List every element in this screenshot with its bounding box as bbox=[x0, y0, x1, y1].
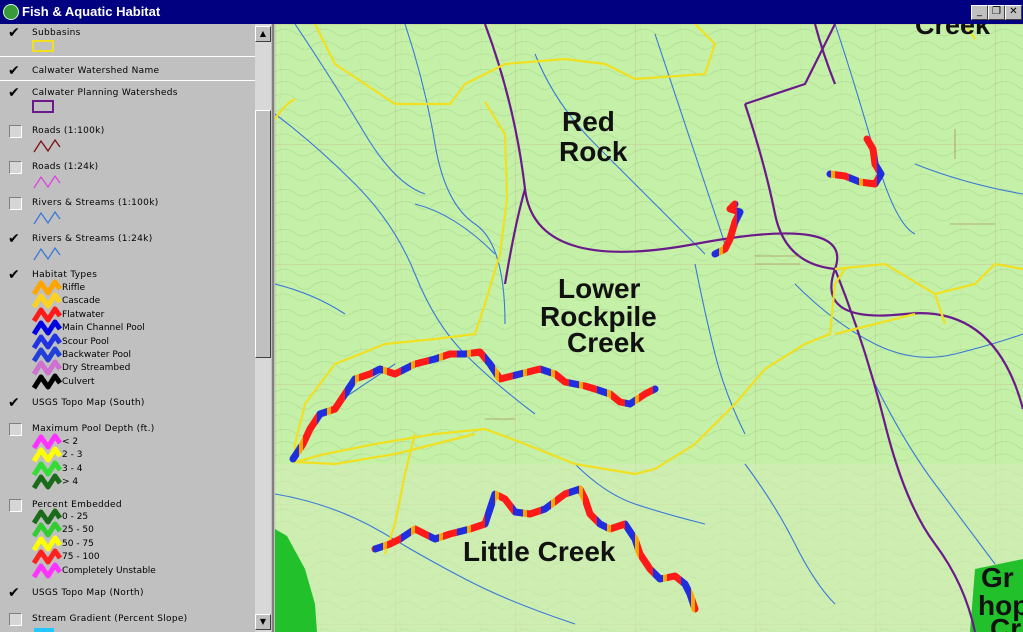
class-label: Culvert bbox=[62, 376, 95, 387]
layer-label: Calwater Planning Watersheds bbox=[32, 88, 178, 98]
check-icon[interactable]: ✔ bbox=[8, 268, 20, 282]
legend-panel: ✔ Subbasins ✔ Calwater Watershed Name ✔ … bbox=[0, 24, 274, 632]
class-swatch-icon bbox=[32, 473, 62, 490]
unchecked-box-icon[interactable] bbox=[9, 499, 22, 512]
gradient-swatch-icon bbox=[34, 628, 54, 632]
class-label: 2 - 3 bbox=[62, 450, 83, 461]
label-red-rock-1: Red bbox=[562, 106, 615, 137]
class-label: Scour Pool bbox=[62, 336, 110, 347]
yellow-polygon-icon bbox=[32, 40, 54, 52]
divider bbox=[0, 80, 255, 81]
layer-label: USGS Topo Map (North) bbox=[32, 588, 144, 598]
class-label: 50 - 75 bbox=[62, 538, 94, 549]
layer-label: USGS Topo Map (South) bbox=[32, 398, 145, 408]
label-creek-top: Creek bbox=[915, 24, 991, 40]
map-view[interactable]: Creek Red Rock Lower Rockpile Creek Litt… bbox=[275, 24, 1023, 632]
minimize-button[interactable]: _ bbox=[971, 5, 988, 20]
unchecked-box-icon[interactable] bbox=[9, 125, 22, 138]
layer-label: Rivers & Streams (1:24k) bbox=[32, 234, 153, 244]
class-label: < 2 bbox=[62, 437, 79, 447]
title-bar: Fish & Aquatic Habitat _ ❐ ✕ bbox=[0, 0, 1023, 24]
class-label: Dry Streambed bbox=[62, 363, 131, 374]
purple-polygon-icon bbox=[32, 100, 54, 113]
class-label: > 4 bbox=[62, 477, 79, 488]
class-label: 75 - 100 bbox=[62, 552, 100, 563]
class-label: Flatwater bbox=[62, 309, 105, 320]
class-label: 0 - 25 bbox=[62, 512, 89, 522]
layer-label: Stream Gradient (Percent Slope) bbox=[32, 614, 188, 624]
layer-label: Roads (1:24k) bbox=[32, 162, 99, 172]
label-little-creek: Little Creek bbox=[463, 536, 616, 567]
class-swatch-icon bbox=[32, 562, 62, 579]
layer-label: Subbasins bbox=[32, 28, 81, 38]
restore-button[interactable]: ❐ bbox=[988, 5, 1005, 20]
check-icon[interactable]: ✔ bbox=[8, 396, 20, 410]
class-label: 25 - 50 bbox=[62, 525, 94, 536]
stream-line-icon bbox=[33, 246, 61, 261]
check-icon[interactable]: ✔ bbox=[8, 586, 20, 600]
legend-list: ✔ Subbasins ✔ Calwater Watershed Name ✔ … bbox=[0, 24, 255, 632]
class-label: 3 - 4 bbox=[62, 463, 83, 474]
class-label: Backwater Pool bbox=[62, 350, 131, 360]
unchecked-box-icon[interactable] bbox=[9, 197, 22, 210]
label-red-rock-2: Rock bbox=[559, 136, 628, 167]
road-line-icon bbox=[33, 138, 61, 153]
check-icon[interactable]: ✔ bbox=[8, 86, 20, 100]
unchecked-box-icon[interactable] bbox=[9, 423, 22, 436]
class-label: Main Channel Pool bbox=[62, 323, 145, 334]
scroll-thumb[interactable] bbox=[255, 110, 271, 358]
layer-label: Rivers & Streams (1:100k) bbox=[32, 198, 159, 208]
scroll-up-arrow-icon[interactable]: ▲ bbox=[255, 26, 271, 42]
close-button[interactable]: ✕ bbox=[1005, 5, 1022, 20]
road-line-icon bbox=[33, 174, 61, 189]
class-swatch-icon bbox=[32, 373, 62, 390]
label-cr: Cr bbox=[990, 613, 1021, 632]
label-lower-1: Lower bbox=[558, 273, 641, 304]
scroll-down-arrow-icon[interactable]: ▼ bbox=[255, 614, 271, 630]
divider bbox=[0, 56, 255, 57]
map-canvas[interactable]: Creek Red Rock Lower Rockpile Creek Litt… bbox=[275, 24, 1023, 632]
label-lower-3: Creek bbox=[567, 327, 645, 358]
legend-scrollbar[interactable]: ▲ ▼ bbox=[255, 24, 271, 632]
layer-label: Calwater Watershed Name bbox=[32, 66, 160, 76]
check-icon[interactable]: ✔ bbox=[8, 26, 20, 40]
window-title: Fish & Aquatic Habitat bbox=[22, 4, 161, 19]
stream-line-icon bbox=[33, 210, 61, 225]
unchecked-box-icon[interactable] bbox=[9, 161, 22, 174]
class-label: Riffle bbox=[62, 283, 85, 293]
check-icon[interactable]: ✔ bbox=[8, 64, 20, 78]
check-icon[interactable]: ✔ bbox=[8, 232, 20, 246]
class-label: Completely Unstable bbox=[62, 565, 156, 576]
label-gr: Gr bbox=[981, 562, 1014, 593]
app-globe-icon bbox=[3, 4, 19, 20]
unchecked-box-icon[interactable] bbox=[9, 613, 22, 626]
class-label: Cascade bbox=[62, 296, 101, 307]
layer-label: Roads (1:100k) bbox=[32, 126, 105, 136]
